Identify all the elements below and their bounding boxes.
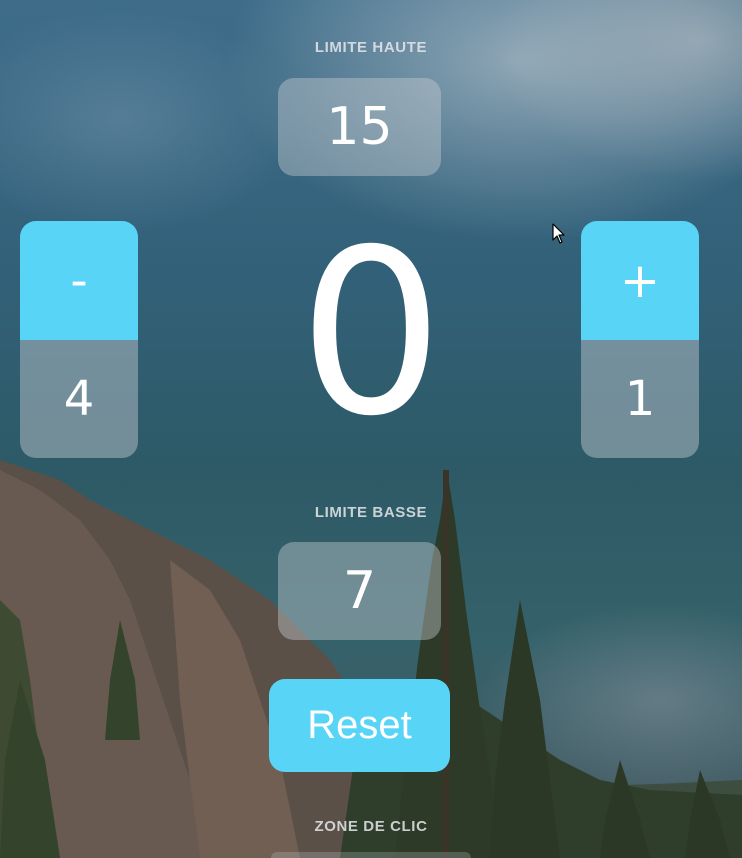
decrement-step-field[interactable]: 4 [20, 340, 138, 458]
increment-control: + 1 [581, 221, 699, 458]
upper-limit-label: LIMITE HAUTE [314, 39, 428, 56]
decrement-button[interactable]: - [20, 221, 138, 340]
decrement-control: - 4 [20, 221, 138, 458]
increment-button[interactable]: + [581, 221, 699, 340]
click-zone[interactable] [271, 852, 471, 858]
lower-limit-field[interactable]: 7 [278, 542, 441, 640]
counter-value: 0 [298, 200, 444, 466]
increment-step-field[interactable]: 1 [581, 340, 699, 458]
mouse-cursor-icon [552, 223, 565, 244]
click-zone-label: ZONE DE CLIC [314, 818, 428, 835]
lower-limit-label: LIMITE BASSE [314, 504, 428, 521]
reset-button[interactable]: Reset [269, 679, 450, 772]
upper-limit-field[interactable]: 15 [278, 78, 441, 176]
